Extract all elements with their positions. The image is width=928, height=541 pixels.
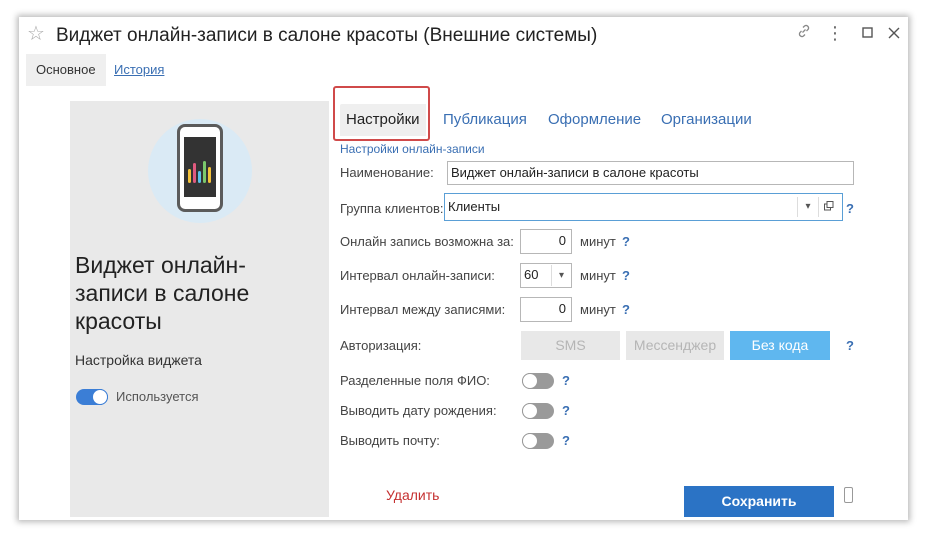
open-icon[interactable] bbox=[818, 197, 839, 217]
mail-toggle[interactable] bbox=[522, 433, 554, 449]
close-icon[interactable] bbox=[884, 23, 904, 45]
auth-option-messenger[interactable]: Мессенджер bbox=[626, 331, 724, 360]
star-icon[interactable]: ☆ bbox=[27, 24, 45, 44]
more-icon[interactable]: ⋮ bbox=[825, 23, 845, 43]
interval-value: 60 bbox=[524, 267, 539, 282]
used-toggle-label: Используется bbox=[116, 389, 199, 404]
auth-label: Авторизация: bbox=[340, 338, 422, 353]
nav-history[interactable]: История bbox=[104, 54, 174, 86]
auth-option-sms[interactable]: SMS bbox=[521, 331, 620, 360]
maximize-icon[interactable] bbox=[858, 23, 878, 45]
help-icon[interactable]: ? bbox=[622, 234, 630, 249]
resize-handle[interactable] bbox=[844, 487, 853, 503]
link-icon[interactable] bbox=[794, 23, 814, 45]
dropdown-arrow-icon[interactable]: ▾ bbox=[797, 197, 818, 217]
section-title: Настройки онлайн-записи bbox=[340, 142, 485, 156]
widget-preview-panel: Виджет онлайн-записи в салоне красоты На… bbox=[70, 101, 329, 517]
birth-toggle[interactable] bbox=[522, 403, 554, 419]
online-unit: минут bbox=[580, 234, 616, 249]
name-input[interactable]: Виджет онлайн-записи в салоне красоты bbox=[447, 161, 854, 185]
auth-option-no-code[interactable]: Без кода bbox=[730, 331, 830, 360]
online-input[interactable]: 0 bbox=[520, 229, 572, 254]
between-unit: минут bbox=[580, 302, 616, 317]
tab-organizations[interactable]: Организации bbox=[661, 104, 752, 136]
online-label: Онлайн запись возможна за: bbox=[340, 234, 514, 249]
used-toggle[interactable] bbox=[76, 389, 108, 405]
birth-label: Выводить дату рождения: bbox=[340, 403, 497, 418]
group-input[interactable]: Клиенты bbox=[444, 193, 843, 221]
widget-title: Виджет онлайн-записи в салоне красоты bbox=[75, 252, 250, 334]
group-label: Группа клиентов: bbox=[340, 201, 444, 216]
nav-main[interactable]: Основное bbox=[26, 54, 106, 86]
dialog-window: ☆ Виджет онлайн-записи в салоне красоты … bbox=[19, 17, 908, 520]
save-button[interactable]: Сохранить bbox=[684, 486, 834, 517]
delete-button[interactable]: Удалить bbox=[386, 487, 439, 503]
tab-settings[interactable]: Настройки bbox=[340, 104, 426, 136]
window-title: Виджет онлайн-записи в салоне красоты (В… bbox=[56, 25, 598, 46]
widget-setup-label: Настройка виджета bbox=[75, 352, 202, 368]
fio-toggle[interactable] bbox=[522, 373, 554, 389]
interval-unit: минут bbox=[580, 268, 616, 283]
tab-design[interactable]: Оформление bbox=[548, 104, 641, 136]
fio-label: Разделенные поля ФИО: bbox=[340, 373, 490, 388]
interval-label: Интервал онлайн-записи: bbox=[340, 268, 495, 283]
help-icon[interactable]: ? bbox=[562, 433, 570, 448]
between-label: Интервал между записями: bbox=[340, 302, 506, 317]
name-label: Наименование: bbox=[340, 165, 434, 180]
help-icon[interactable]: ? bbox=[622, 302, 630, 317]
help-icon[interactable]: ? bbox=[846, 338, 854, 353]
between-input[interactable]: 0 bbox=[520, 297, 572, 322]
phone-icon bbox=[177, 124, 223, 212]
mail-label: Выводить почту: bbox=[340, 433, 440, 448]
help-icon[interactable]: ? bbox=[846, 201, 854, 216]
chevron-down-icon[interactable]: ▾ bbox=[551, 265, 571, 286]
help-icon[interactable]: ? bbox=[622, 268, 630, 283]
group-value: Клиенты bbox=[448, 199, 501, 214]
tab-publication[interactable]: Публикация bbox=[443, 104, 527, 136]
help-icon[interactable]: ? bbox=[562, 403, 570, 418]
help-icon[interactable]: ? bbox=[562, 373, 570, 388]
